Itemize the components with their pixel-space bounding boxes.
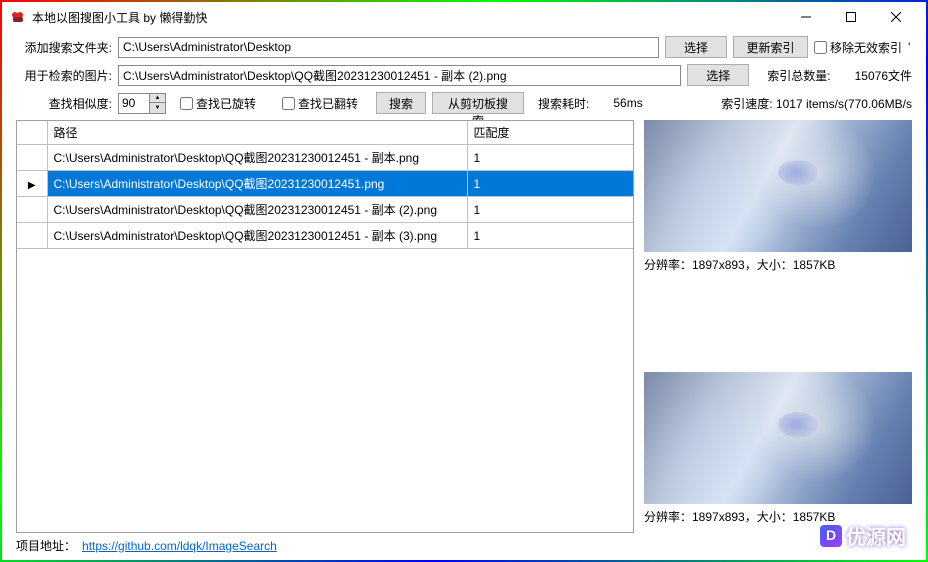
content-area: 添加搜索文件夹: 选择 更新索引 移除无效索引 ' 用于检索的图片: 选择 索引… xyxy=(2,32,926,560)
project-link[interactable]: https://github.com/ldqk/ImageSearch xyxy=(82,539,277,553)
main-area: 路径 匹配度 C:\Users\Administrator\Desktop\QQ… xyxy=(16,120,912,533)
folder-row: 添加搜索文件夹: 选择 更新索引 移除无效索引 ' xyxy=(16,36,912,58)
col-match-header[interactable]: 匹配度 xyxy=(467,121,633,145)
rotated-checkbox[interactable]: 查找已旋转 xyxy=(180,95,256,112)
update-index-button[interactable]: 更新索引 xyxy=(733,36,808,58)
spin-down-button[interactable]: ▼ xyxy=(150,103,165,113)
app-icon xyxy=(10,9,26,25)
preview-block-2: 分辨率：1897x893，大小：1857KB xyxy=(644,372,912,525)
col-indicator[interactable] xyxy=(17,121,47,145)
rotated-label: 查找已旋转 xyxy=(196,95,256,112)
row-indicator: ▶ xyxy=(17,171,47,197)
window-controls xyxy=(783,3,918,31)
watermark: 优源网 xyxy=(820,521,906,550)
image-input[interactable] xyxy=(118,65,681,86)
cell-path: C:\Users\Administrator\Desktop\QQ截图20231… xyxy=(47,145,467,171)
folder-label: 添加搜索文件夹: xyxy=(16,39,112,56)
similarity-label: 查找相似度: xyxy=(16,95,112,112)
image-row: 用于检索的图片: 选择 索引总数量: 15076文件 xyxy=(16,64,912,86)
table-row[interactable]: C:\Users\Administrator\Desktop\QQ截图20231… xyxy=(17,197,633,223)
preview-caption-1: 分辨率：1897x893，大小：1857KB xyxy=(644,256,912,273)
similarity-spinner: ▲ ▼ xyxy=(150,93,166,114)
col-path-header[interactable]: 路径 xyxy=(47,121,467,145)
app-window: 本地以图搜图小工具 by 懒得勤快 添加搜索文件夹: 选择 更新索引 移除无效索… xyxy=(0,0,928,562)
footer: 项目地址： https://github.com/ldqk/ImageSearc… xyxy=(16,533,912,554)
flipped-label: 查找已翻转 xyxy=(298,95,358,112)
folder-input[interactable] xyxy=(118,37,659,58)
image-choose-button[interactable]: 选择 xyxy=(687,64,749,86)
elapsed-label: 搜索耗时: xyxy=(538,95,589,112)
rotated-checkbox-input[interactable] xyxy=(180,97,193,110)
cell-match: 1 xyxy=(467,171,633,197)
project-label: 项目地址： xyxy=(16,537,76,554)
close-button[interactable] xyxy=(873,3,918,31)
spin-up-button[interactable]: ▲ xyxy=(150,94,165,104)
cell-match: 1 xyxy=(467,145,633,171)
results-table: 路径 匹配度 C:\Users\Administrator\Desktop\QQ… xyxy=(17,121,633,249)
search-button[interactable]: 搜索 xyxy=(376,92,426,114)
index-count-value: 15076文件 xyxy=(855,67,912,84)
row-indicator xyxy=(17,145,47,171)
titlebar: 本地以图搜图小工具 by 懒得勤快 xyxy=(2,2,926,32)
flipped-checkbox-input[interactable] xyxy=(282,97,295,110)
folder-choose-button[interactable]: 选择 xyxy=(665,36,727,58)
row-indicator xyxy=(17,223,47,249)
cell-match: 1 xyxy=(467,197,633,223)
remove-invalid-checkbox[interactable]: 移除无效索引 xyxy=(814,39,902,56)
elapsed-value: 56ms xyxy=(613,96,642,110)
cell-path: C:\Users\Administrator\Desktop\QQ截图20231… xyxy=(47,197,467,223)
options-row: 查找相似度: ▲ ▼ 查找已旋转 查找已翻转 搜索 从剪切板搜索 搜索耗时: 5… xyxy=(16,92,912,114)
clipboard-search-button[interactable]: 从剪切板搜索 xyxy=(432,92,524,114)
remove-invalid-label: 移除无效索引 xyxy=(830,39,902,56)
cell-path: C:\Users\Administrator\Desktop\QQ截图20231… xyxy=(47,223,467,249)
preview-image-2[interactable] xyxy=(644,372,912,504)
similarity-input[interactable] xyxy=(118,93,150,114)
index-count-label: 索引总数量: xyxy=(767,67,830,84)
table-row[interactable]: ▶C:\Users\Administrator\Desktop\QQ截图2023… xyxy=(17,171,633,197)
results-table-pane: 路径 匹配度 C:\Users\Administrator\Desktop\QQ… xyxy=(16,120,634,533)
minimize-button[interactable] xyxy=(783,3,828,31)
watermark-text: 优源网 xyxy=(846,521,906,550)
table-row[interactable]: C:\Users\Administrator\Desktop\QQ截图20231… xyxy=(17,223,633,249)
remove-invalid-checkbox-input[interactable] xyxy=(814,41,827,54)
window-title: 本地以图搜图小工具 by 懒得勤快 xyxy=(32,9,783,26)
similarity-stepper[interactable]: ▲ ▼ xyxy=(118,93,166,114)
cell-match: 1 xyxy=(467,223,633,249)
cell-path: C:\Users\Administrator\Desktop\QQ截图20231… xyxy=(47,171,467,197)
watermark-icon xyxy=(820,525,842,547)
preview-pane: 分辨率：1897x893，大小：1857KB 分辨率：1897x893，大小：1… xyxy=(644,120,912,533)
image-label: 用于检索的图片: xyxy=(16,67,112,84)
flipped-checkbox[interactable]: 查找已翻转 xyxy=(282,95,358,112)
row-indicator xyxy=(17,197,47,223)
preview-image-1[interactable] xyxy=(644,120,912,252)
preview-block-1: 分辨率：1897x893，大小：1857KB xyxy=(644,120,912,273)
table-row[interactable]: C:\Users\Administrator\Desktop\QQ截图20231… xyxy=(17,145,633,171)
maximize-button[interactable] xyxy=(828,3,873,31)
index-speed: 索引速度: 1017 items/s(770.06MB/s xyxy=(721,95,912,112)
